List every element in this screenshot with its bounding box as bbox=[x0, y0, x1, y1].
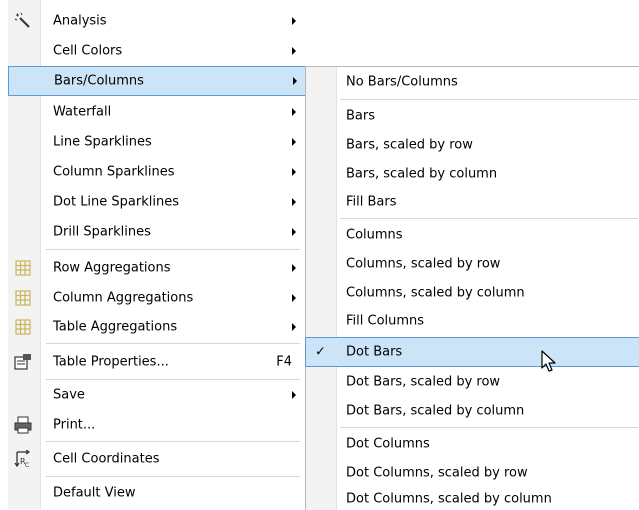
menu-item-table-aggregations[interactable]: Table Aggregations bbox=[8, 312, 304, 341]
menu-separator bbox=[340, 99, 638, 100]
menu-item-label: Bars, scaled by column bbox=[346, 166, 498, 181]
menu-item-label: Dot Columns, scaled by row bbox=[346, 465, 528, 481]
submenu-item-dot-columns-scaled-by-column[interactable]: Dot Columns, scaled by column bbox=[306, 488, 639, 510]
submenu-arrow-icon bbox=[292, 168, 296, 176]
menu-separator bbox=[46, 441, 300, 442]
properties-icon bbox=[14, 354, 31, 370]
submenu-item-dot-bars[interactable]: ✓ Dot Bars bbox=[305, 337, 639, 367]
submenu-arrow-icon bbox=[292, 46, 296, 55]
magic-wand-icon bbox=[14, 12, 30, 28]
menu-item-label: Save bbox=[53, 387, 85, 403]
menu-item-label: Waterfall bbox=[53, 104, 112, 119]
submenu-arrow-icon bbox=[292, 391, 296, 399]
menu-item-label: Columns, scaled by column bbox=[346, 285, 525, 300]
menu-item-label: Column Sparklines bbox=[53, 164, 175, 180]
menu-item-label: Print... bbox=[53, 417, 96, 432]
coordinates-icon: R C bbox=[14, 450, 31, 468]
menu-separator bbox=[340, 218, 638, 219]
menu-item-label: Line Sparklines bbox=[53, 134, 152, 150]
menu-item-default-view[interactable]: Default View bbox=[8, 478, 304, 507]
menu-item-row-aggregations[interactable]: Row Aggregations bbox=[8, 253, 304, 282]
menu-separator bbox=[46, 343, 300, 344]
menu-separator bbox=[46, 379, 300, 380]
submenu-arrow-icon bbox=[292, 293, 296, 302]
menu-item-bars-columns[interactable]: Bars/Columns bbox=[8, 66, 306, 96]
menu-item-drill-sparklines[interactable]: Drill Sparklines bbox=[8, 217, 304, 247]
submenu-item-fill-bars[interactable]: Fill Bars bbox=[306, 188, 639, 216]
menu-separator bbox=[46, 476, 300, 477]
mouse-cursor-icon bbox=[541, 350, 556, 372]
submenu-item-bars-scaled-by-row[interactable]: Bars, scaled by row bbox=[306, 130, 639, 159]
submenu-arrow-icon bbox=[292, 198, 296, 206]
submenu-item-bars[interactable]: Bars bbox=[306, 102, 639, 130]
menu-item-label: Fill Columns bbox=[346, 313, 425, 329]
menu-item-label: Fill Bars bbox=[346, 194, 397, 210]
submenu-arrow-icon bbox=[292, 107, 296, 116]
submenu-arrow-icon bbox=[292, 263, 296, 272]
submenu-item-columns-scaled-by-column[interactable]: Columns, scaled by column bbox=[306, 278, 639, 307]
menu-item-column-sparklines[interactable]: Column Sparklines bbox=[8, 157, 304, 187]
menu-item-label: Dot Bars bbox=[346, 344, 403, 360]
menu-item-column-aggregations[interactable]: Column Aggregations bbox=[8, 283, 304, 312]
menu-item-label: Drill Sparklines bbox=[53, 224, 151, 240]
submenu-arrow-icon bbox=[293, 77, 297, 85]
submenu-arrow-icon bbox=[292, 16, 296, 25]
svg-text:C: C bbox=[25, 462, 29, 468]
grid-icon bbox=[15, 259, 31, 276]
menu-separator bbox=[46, 249, 300, 250]
menu-item-label: Dot Columns bbox=[346, 436, 430, 451]
menu-item-dot-line-sparklines[interactable]: Dot Line Sparklines bbox=[8, 187, 304, 217]
menu-item-label: No Bars/Columns bbox=[346, 74, 458, 90]
submenu-arrow-icon bbox=[292, 322, 296, 331]
submenu-item-dot-columns-scaled-by-row[interactable]: Dot Columns, scaled by row bbox=[306, 458, 639, 488]
menu-item-label: Cell Coordinates bbox=[53, 451, 160, 467]
menu-item-label: Cell Colors bbox=[53, 43, 123, 58]
menu-item-print[interactable]: Print... bbox=[8, 410, 304, 439]
shortcut-label: F4 bbox=[276, 354, 292, 370]
grid-icon bbox=[15, 289, 31, 306]
menu-item-label: Row Aggregations bbox=[53, 260, 171, 275]
menu-item-label: Table Aggregations bbox=[53, 319, 178, 334]
menu-item-label: Table Properties... bbox=[53, 354, 169, 370]
submenu-item-dot-bars-scaled-by-row[interactable]: Dot Bars, scaled by row bbox=[306, 367, 639, 396]
submenu-arrow-icon bbox=[292, 138, 296, 146]
menu-item-label: Column Aggregations bbox=[53, 290, 194, 305]
menu-item-label: Default View bbox=[53, 485, 136, 500]
menu-item-table-properties[interactable]: Table Properties... F4 bbox=[8, 347, 304, 377]
printer-icon bbox=[14, 416, 32, 433]
submenu-arrow-icon bbox=[292, 228, 296, 236]
submenu-item-columns[interactable]: Columns bbox=[306, 220, 639, 249]
submenu-item-no-bars-columns[interactable]: No Bars/Columns bbox=[306, 67, 639, 97]
menu-item-save[interactable]: Save bbox=[8, 381, 304, 409]
menu-item-label: Columns, scaled by row bbox=[346, 256, 501, 271]
menu-item-label: Bars/Columns bbox=[54, 73, 144, 89]
bars-columns-submenu: No Bars/Columns Bars Bars, scaled by row… bbox=[305, 66, 639, 510]
grid-icon bbox=[15, 318, 31, 335]
menu-separator bbox=[340, 427, 638, 428]
menu-item-line-sparklines[interactable]: Line Sparklines bbox=[8, 127, 304, 157]
menu-item-label: Analysis bbox=[53, 13, 107, 28]
menu-item-label: Columns bbox=[346, 227, 403, 242]
submenu-item-columns-scaled-by-row[interactable]: Columns, scaled by row bbox=[306, 249, 639, 278]
menu-item-label: Bars, scaled by row bbox=[346, 137, 473, 152]
menu-item-cell-coordinates[interactable]: R C Cell Coordinates bbox=[8, 444, 304, 474]
submenu-item-dot-columns[interactable]: Dot Columns bbox=[306, 429, 639, 458]
submenu-item-dot-bars-scaled-by-column[interactable]: Dot Bars, scaled by column bbox=[306, 396, 639, 425]
menu-item-waterfall[interactable]: Waterfall bbox=[8, 97, 304, 126]
menu-item-label: Dot Line Sparklines bbox=[53, 194, 179, 210]
submenu-item-bars-scaled-by-column[interactable]: Bars, scaled by column bbox=[306, 159, 639, 188]
menu-item-label: Dot Bars, scaled by row bbox=[346, 374, 501, 389]
menu-item-label: Bars bbox=[346, 108, 376, 124]
menu-item-cell-colors[interactable]: Cell Colors bbox=[8, 36, 304, 65]
context-menu: Analysis Cell Colors Bars/Columns Waterf… bbox=[8, 0, 306, 509]
menu-item-label: Dot Bars, scaled by column bbox=[346, 403, 525, 418]
menu-item-label: Dot Columns, scaled by column bbox=[346, 491, 552, 507]
menu-item-analysis[interactable]: Analysis bbox=[8, 6, 304, 35]
checkmark-icon: ✓ bbox=[315, 344, 326, 360]
submenu-item-fill-columns[interactable]: Fill Columns bbox=[306, 307, 639, 335]
